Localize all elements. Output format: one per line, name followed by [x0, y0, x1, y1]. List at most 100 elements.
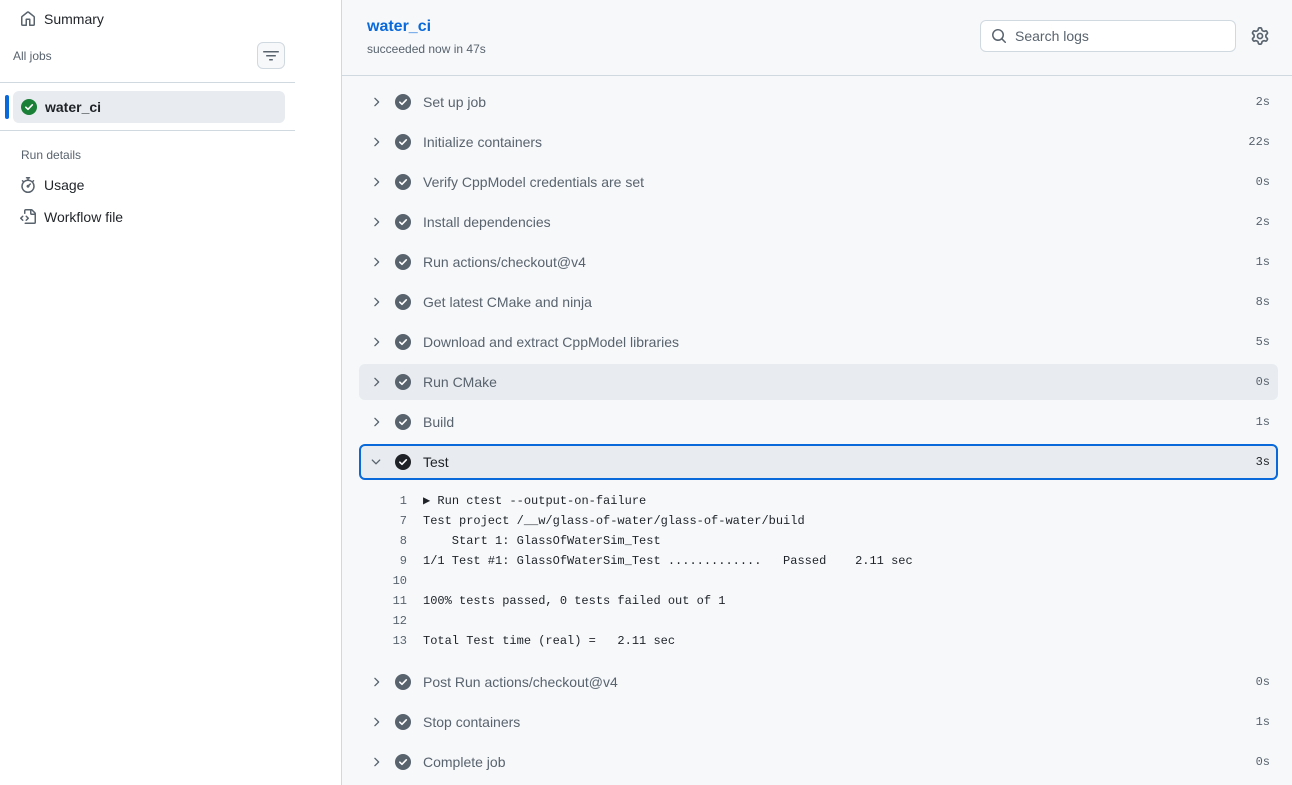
chevron-right-icon	[369, 715, 383, 729]
home-icon	[21, 11, 35, 26]
step-name: Install dependencies	[423, 214, 551, 230]
chevron-right-icon	[369, 175, 383, 189]
step-name: Set up job	[423, 94, 487, 110]
job-log-panel: water_ci succeeded now in 47s Set up job…	[341, 0, 1292, 785]
step-success-icon	[395, 94, 411, 110]
log-line: 1 ▶ Run ctest --output-on-failure	[359, 491, 1278, 511]
test-step-log: 1 ▶ Run ctest --output-on-failure 7 Test pr…	[359, 491, 1278, 651]
sidebar-job-water-ci[interactable]: water_ci	[13, 91, 285, 123]
success-check-icon	[21, 99, 37, 115]
step-success-icon	[395, 254, 411, 270]
chevron-right-icon	[369, 255, 383, 269]
chevron-right-icon	[369, 135, 383, 149]
log-line: 9 1/1 Test #1: GlassOfWaterSim_Test .....…	[359, 551, 1278, 571]
stopwatch-icon	[21, 177, 35, 193]
step-row[interactable]: Install dependencies 2s	[359, 204, 1278, 240]
step-duration: 5s	[1255, 335, 1270, 349]
step-row[interactable]: Post Run actions/checkout@v4 0s	[359, 664, 1278, 700]
log-line-number[interactable]: 8	[359, 531, 407, 551]
step-row[interactable]: Initialize containers 22s	[359, 124, 1278, 160]
filter-icon	[263, 50, 279, 60]
usage-label: Usage	[44, 177, 85, 193]
step-duration: 0s	[1255, 755, 1270, 769]
step-row[interactable]: Run actions/checkout@v4 1s	[359, 244, 1278, 280]
step-duration: 22s	[1248, 135, 1270, 149]
log-line-number[interactable]: 13	[359, 631, 407, 651]
log-line-text: Start 1: GlassOfWaterSim_Test	[423, 534, 661, 548]
workflow-file-link[interactable]: Workflow file	[20, 205, 123, 229]
log-line-number[interactable]: 7	[359, 511, 407, 531]
chevron-down-icon	[369, 455, 383, 469]
log-line-number[interactable]: 10	[359, 571, 407, 591]
step-name: Verify CppModel credentials are set	[423, 174, 644, 190]
chevron-right-icon	[369, 295, 383, 309]
step-duration: 2s	[1255, 95, 1270, 109]
run-details-heading: Run details	[21, 148, 82, 162]
job-label: water_ci	[45, 99, 102, 115]
step-success-icon	[395, 134, 411, 150]
log-line: 10	[359, 571, 1278, 591]
step-row[interactable]: Set up job 2s	[359, 84, 1278, 120]
step-name: Run CMake	[423, 374, 497, 390]
step-row[interactable]: Get latest CMake and ninja 8s	[359, 284, 1278, 320]
step-name: Initialize containers	[423, 134, 543, 150]
step-duration: 1s	[1255, 715, 1270, 729]
log-line-number[interactable]: 9	[359, 551, 407, 571]
workflow-run-page: Summary All jobs water_ci Run details Us…	[0, 0, 1292, 785]
step-name: Complete job	[423, 754, 506, 770]
chevron-right-icon	[369, 375, 383, 389]
log-line-text: Test project /__w/glass-of-water/glass-o…	[423, 514, 805, 528]
search-icon	[992, 29, 1007, 44]
gear-icon	[1251, 27, 1269, 45]
step-success-icon	[395, 214, 411, 230]
step-name: Build	[423, 414, 455, 430]
step-success-icon	[395, 374, 411, 390]
step-duration: 1s	[1255, 255, 1270, 269]
log-line: 12	[359, 611, 1278, 631]
log-line-text[interactable]: ▶ Run ctest --output-on-failure	[423, 491, 646, 511]
summary-label: Summary	[44, 11, 104, 27]
step-row[interactable]: Build 1s	[359, 404, 1278, 440]
job-status-text: succeeded now in 47s	[367, 42, 486, 56]
step-name: Get latest CMake and ninja	[423, 294, 592, 310]
job-title-link[interactable]: water_ci	[367, 18, 431, 36]
step-duration: 1s	[1255, 415, 1270, 429]
chevron-right-icon	[369, 755, 383, 769]
step-row[interactable]: Stop containers 1s	[359, 704, 1278, 740]
chevron-right-icon	[369, 675, 383, 689]
sidebar: Summary All jobs water_ci Run details Us…	[0, 0, 342, 785]
chevron-right-icon	[369, 415, 383, 429]
step-name: Run actions/checkout@v4	[423, 254, 586, 270]
job-header: water_ci succeeded now in 47s	[342, 0, 1292, 76]
log-line-number[interactable]: 11	[359, 591, 407, 611]
step-success-icon	[395, 294, 411, 310]
step-row[interactable]: Verify CppModel credentials are set 0s	[359, 164, 1278, 200]
log-line: 7 Test project /__w/glass-of-water/glass-…	[359, 511, 1278, 531]
filter-jobs-button[interactable]	[257, 42, 285, 69]
log-line-text: Total Test time (real) = 2.11 sec	[423, 634, 676, 648]
step-row[interactable]: Complete job 0s	[359, 744, 1278, 780]
log-line-number[interactable]: 1	[359, 491, 407, 511]
step-duration: 0s	[1255, 675, 1270, 689]
step-success-icon	[395, 334, 411, 350]
usage-link[interactable]: Usage	[20, 173, 84, 197]
step-name: Post Run actions/checkout@v4	[423, 674, 618, 690]
step-name: Test	[423, 454, 449, 470]
summary-link[interactable]: Summary	[20, 7, 104, 31]
chevron-right-icon	[369, 335, 383, 349]
settings-button[interactable]	[1251, 27, 1269, 45]
log-line-number[interactable]: 12	[359, 611, 407, 631]
log-line: 13 Total Test time (real) = 2.11 sec	[359, 631, 1278, 651]
search-logs-box	[980, 20, 1236, 52]
step-row[interactable]: Test 3s	[359, 444, 1278, 480]
log-line: 11 100% tests passed, 0 tests failed out …	[359, 591, 1278, 611]
step-name: Download and extract CppModel libraries	[423, 334, 680, 350]
step-success-icon	[395, 714, 411, 730]
search-logs-input[interactable]	[1015, 28, 1215, 44]
step-duration: 0s	[1255, 175, 1270, 189]
step-success-icon	[395, 174, 411, 190]
sidebar-divider	[0, 130, 295, 131]
step-row[interactable]: Download and extract CppModel libraries 5…	[359, 324, 1278, 360]
chevron-right-icon	[369, 95, 383, 109]
step-row[interactable]: Run CMake 0s	[359, 364, 1278, 400]
